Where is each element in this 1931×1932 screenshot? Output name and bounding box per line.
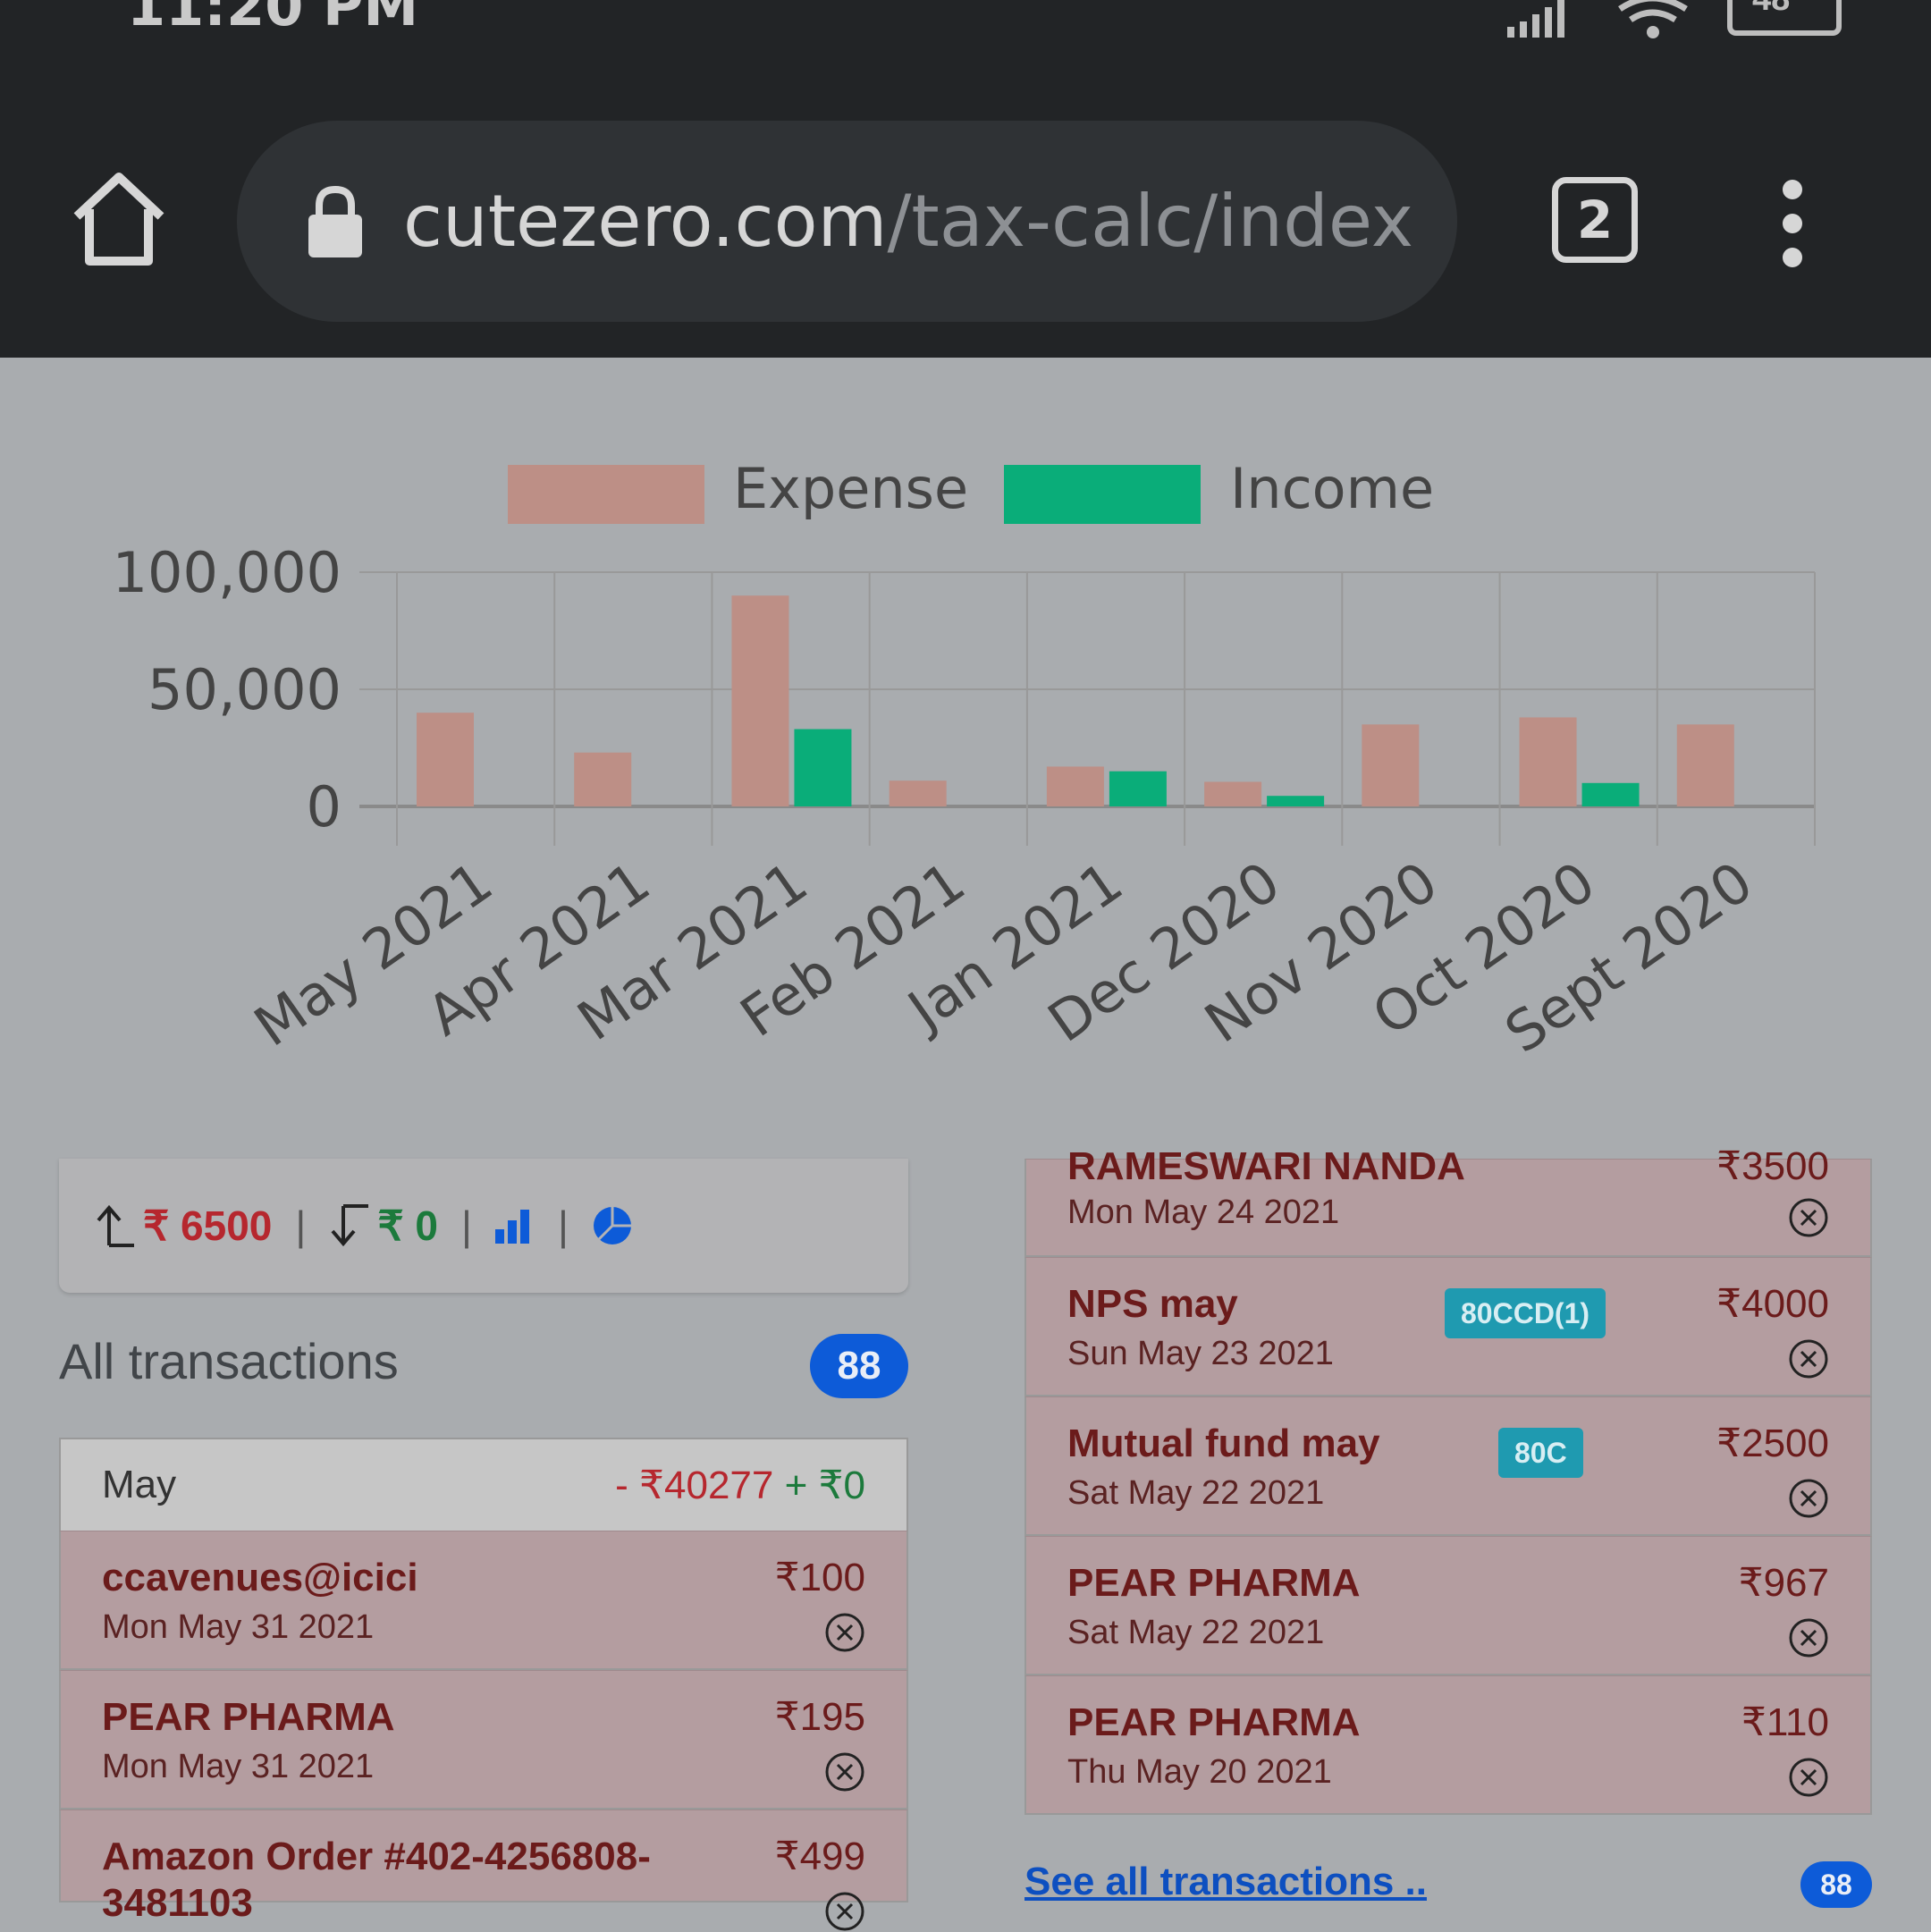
bar-income <box>794 729 852 806</box>
transaction-row[interactable]: Mutual fund may Sat May 22 2021 ₹2500 80C <box>1025 1396 1872 1536</box>
transaction-amount: ₹4000 <box>1716 1282 1829 1326</box>
transaction-row[interactable]: ccavenues@icici Mon May 31 2021 ₹100 <box>59 1531 908 1670</box>
transaction-date: Thu May 20 2021 <box>1067 1753 1332 1791</box>
bar-expense <box>417 713 474 806</box>
bar-chart: 100,00050,0000May 2021Apr 2021Mar 2021Fe… <box>113 540 1816 1066</box>
transaction-name: ccavenues@icici <box>102 1556 418 1599</box>
transaction-date: Mon May 24 2021 <box>1067 1194 1340 1231</box>
transactions-list-left: May - ₹40277 + ₹0 ccavenues@icici Mon May… <box>59 1438 908 1931</box>
transaction-row[interactable]: PEAR PHARMA Sat May 22 2021 ₹967 <box>1025 1536 1872 1675</box>
transaction-name: PEAR PHARMA <box>102 1695 395 1739</box>
tax-section-tag: 80C <box>1498 1428 1583 1478</box>
transaction-row[interactable]: NPS may Sun May 23 2021 ₹4000 80CCD(1) <box>1025 1257 1872 1396</box>
summary-card: ₹ 6500 | ₹ 0 | | <box>59 1159 908 1293</box>
transaction-amount: ₹110 <box>1741 1700 1829 1744</box>
transaction-row[interactable]: PEAR PHARMA Mon May 31 2021 ₹195 <box>59 1670 908 1810</box>
transactions-count-badge: 88 <box>810 1334 908 1398</box>
transaction-amount: ₹499 <box>774 1835 865 1878</box>
transaction-name: Amazon Order #402-4256808-3481103 <box>102 1835 651 1925</box>
bar-expense <box>1519 717 1577 806</box>
transaction-amount: ₹967 <box>1738 1561 1829 1605</box>
transaction-name: RAMESWARI NANDA <box>1067 1144 1465 1188</box>
bar-expense <box>1204 781 1262 806</box>
transaction-row[interactable]: PEAR PHARMA Thu May 20 2021 ₹110 <box>1025 1675 1872 1815</box>
expense-arrow-icon <box>97 1204 134 1247</box>
bar-chart-icon[interactable] <box>494 1208 535 1244</box>
transaction-amount: ₹3500 <box>1716 1144 1829 1188</box>
transaction-date: Sun May 23 2021 <box>1067 1335 1334 1372</box>
delete-icon[interactable] <box>1788 1478 1829 1519</box>
transactions-list-right: RAMESWARI NANDA Mon May 24 2021 ₹3500 NPS m… <box>1025 1144 1872 1815</box>
income-arrow-icon <box>331 1204 369 1247</box>
transaction-name: PEAR PHARMA <box>1067 1561 1361 1605</box>
y-tick-label: 100,000 <box>113 540 342 605</box>
transaction-date: Mon May 31 2021 <box>102 1748 375 1785</box>
see-all-transactions-link[interactable]: See all transactions .. <box>1025 1860 1427 1904</box>
bar-income <box>1267 796 1325 806</box>
bar-expense <box>574 752 632 806</box>
transaction-row[interactable]: Amazon Order #402-4256808-3481103 ₹499 <box>59 1810 908 1931</box>
all-transactions-title: All transactions <box>59 1333 399 1389</box>
summary-separator: | <box>557 1202 569 1249</box>
transaction-name: NPS may <box>1067 1282 1238 1326</box>
group-totals: - ₹40277 + ₹0 <box>615 1463 865 1508</box>
delete-icon[interactable] <box>1788 1617 1829 1658</box>
transaction-date: Mon May 31 2021 <box>102 1608 375 1646</box>
delete-icon[interactable] <box>1788 1338 1829 1379</box>
transaction-name: Mutual fund may <box>1067 1422 1380 1465</box>
transaction-amount: ₹100 <box>774 1556 865 1599</box>
bar-income <box>1109 771 1167 806</box>
transaction-row[interactable]: RAMESWARI NANDA Mon May 24 2021 ₹3500 <box>1025 1144 1872 1257</box>
delete-icon[interactable] <box>824 1751 865 1793</box>
right-rows: RAMESWARI NANDA Mon May 24 2021 ₹3500 NPS m… <box>1025 1144 1872 1815</box>
transaction-date: Sat May 22 2021 <box>1067 1614 1325 1651</box>
transaction-amount: ₹195 <box>774 1695 865 1739</box>
y-tick-label: 50,000 <box>148 657 342 722</box>
delete-icon[interactable] <box>824 1891 865 1932</box>
group-month: May <box>102 1463 177 1506</box>
summary-separator: | <box>295 1202 307 1249</box>
transaction-date: Sat May 22 2021 <box>1067 1474 1325 1512</box>
summary-expense: ₹ 6500 <box>143 1202 273 1249</box>
bar-expense <box>1046 766 1104 806</box>
bar-expense <box>731 595 789 806</box>
delete-icon[interactable] <box>824 1612 865 1653</box>
bar-expense <box>1362 724 1420 806</box>
tax-section-tag: 80CCD(1) <box>1445 1288 1606 1338</box>
bar-expense <box>889 780 947 806</box>
delete-icon[interactable] <box>1788 1757 1829 1798</box>
left-rows: ccavenues@icici Mon May 31 2021 ₹100 PEAR P… <box>59 1531 908 1931</box>
summary-income: ₹ 0 <box>377 1202 438 1249</box>
group-expense-total: - ₹40277 <box>615 1463 774 1507</box>
transaction-name: PEAR PHARMA <box>1067 1700 1361 1744</box>
bar-income <box>1581 782 1640 806</box>
delete-icon[interactable] <box>1788 1197 1829 1238</box>
see-all-count-badge: 88 <box>1800 1861 1872 1908</box>
pie-chart-icon[interactable] <box>592 1205 633 1246</box>
group-income-total: + ₹0 <box>784 1463 865 1507</box>
bar-expense <box>1676 724 1734 806</box>
month-group-header[interactable]: May - ₹40277 + ₹0 <box>59 1438 908 1531</box>
summary-separator: | <box>460 1202 472 1249</box>
y-tick-label: 0 <box>307 774 342 839</box>
transaction-amount: ₹2500 <box>1716 1422 1829 1465</box>
